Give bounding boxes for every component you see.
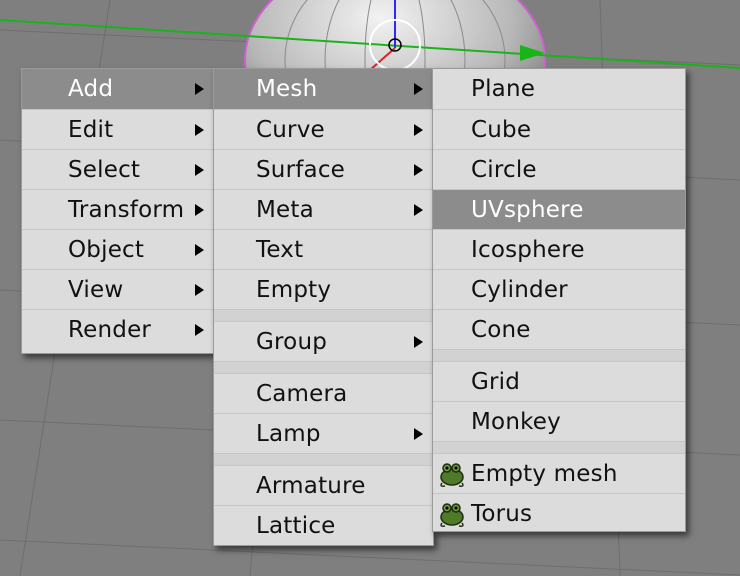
menu-item-label: UVsphere	[471, 196, 584, 223]
menu-item-cone[interactable]: Cone	[433, 309, 685, 349]
menu-item-label: Transform	[68, 196, 185, 223]
menu-item-surface[interactable]: Surface	[214, 149, 433, 189]
menu-item-label: Lattice	[256, 512, 336, 539]
menu-item-monkey[interactable]: Monkey	[433, 401, 685, 441]
submenu-arrow-icon	[414, 203, 423, 216]
menu-item-label: Surface	[256, 156, 346, 183]
menu-item-label: Empty mesh	[471, 460, 618, 487]
menu-item-armature[interactable]: Armature	[214, 465, 433, 505]
menu-item-text[interactable]: Text	[214, 229, 433, 269]
menu-item-group[interactable]: Group	[214, 321, 433, 361]
submenu-arrow-icon	[414, 123, 423, 136]
submenu-arrow-icon	[195, 203, 204, 216]
menu-item-label: Plane	[471, 76, 536, 102]
menu-item-label: Torus	[471, 500, 533, 527]
menu-item-label: Armature	[256, 472, 366, 499]
menu-item-icosphere[interactable]: Icosphere	[433, 229, 685, 269]
python-script-icon	[440, 462, 464, 487]
menu-item-grid[interactable]: Grid	[433, 361, 685, 401]
menu-item-label: Curve	[256, 116, 325, 143]
menu-item-plane[interactable]: Plane	[433, 69, 685, 109]
menu-separator	[214, 453, 433, 465]
menu-item-curve[interactable]: Curve	[214, 109, 433, 149]
menu-item-object[interactable]: Object	[22, 229, 214, 269]
menu-item-uvsphere[interactable]: UVsphere	[433, 189, 685, 229]
menu-item-label: Render	[68, 316, 152, 343]
menu-item-add[interactable]: Add	[22, 69, 214, 109]
menu-item-label: Group	[256, 328, 328, 355]
menu-item-lamp[interactable]: Lamp	[214, 413, 433, 453]
menu-item-label: Cone	[471, 316, 531, 343]
submenu-arrow-icon	[414, 335, 423, 348]
submenu-arrow-icon	[195, 283, 204, 296]
menu-item-torus[interactable]: Torus	[433, 493, 685, 533]
menu-item-view[interactable]: View	[22, 269, 214, 309]
menu-item-label: Meta	[256, 196, 314, 223]
submenu-arrow-icon	[195, 243, 204, 256]
menu-item-render[interactable]: Render	[22, 309, 214, 349]
menu-item-label: Object	[68, 236, 145, 263]
menu-item-label: Add	[68, 76, 114, 102]
menu-item-camera[interactable]: Camera	[214, 373, 433, 413]
menu-item-cube[interactable]: Cube	[433, 109, 685, 149]
menu-item-label: Empty	[256, 276, 332, 303]
submenu-arrow-icon	[195, 323, 204, 336]
menu-item-label: Lamp	[256, 420, 321, 447]
submenu-arrow-icon	[195, 123, 204, 136]
menu-item-label: Edit	[68, 116, 114, 143]
menu-item-label: Icosphere	[471, 236, 585, 263]
menu-item-label: Grid	[471, 368, 521, 395]
menu-separator	[214, 309, 433, 321]
menu-separator	[433, 441, 685, 453]
menu-item-edit[interactable]: Edit	[22, 109, 214, 149]
menu-item-label: Monkey	[471, 408, 561, 435]
menu-item-label: Mesh	[256, 76, 318, 102]
mesh-submenu: Plane Cube Circle UVsphere Icosphere Cyl…	[432, 68, 686, 532]
python-script-icon	[440, 502, 464, 527]
menu-item-label: View	[68, 276, 124, 303]
menu-item-label: Cylinder	[471, 276, 568, 303]
submenu-arrow-icon	[414, 83, 423, 95]
menu-separator	[214, 361, 433, 373]
add-submenu: Mesh Curve Surface Meta Text Empty Group…	[213, 68, 434, 546]
submenu-arrow-icon	[414, 427, 423, 440]
menu-item-empty-mesh[interactable]: Empty mesh	[433, 453, 685, 493]
menu-item-lattice[interactable]: Lattice	[214, 505, 433, 545]
menu-item-cylinder[interactable]: Cylinder	[433, 269, 685, 309]
menu-item-empty[interactable]: Empty	[214, 269, 433, 309]
menu-separator	[433, 349, 685, 361]
menu-item-meta[interactable]: Meta	[214, 189, 433, 229]
menu-item-mesh[interactable]: Mesh	[214, 69, 433, 109]
menu-item-label: Camera	[256, 380, 348, 407]
menu-item-label: Text	[256, 236, 304, 263]
submenu-arrow-icon	[195, 163, 204, 176]
menu-item-transform[interactable]: Transform	[22, 189, 214, 229]
menu-item-label: Circle	[471, 156, 537, 183]
menu-item-label: Select	[68, 156, 141, 183]
menu-item-select[interactable]: Select	[22, 149, 214, 189]
submenu-arrow-icon	[414, 163, 423, 176]
toolbox-menu: Add Edit Select Transform Object View Re…	[21, 68, 215, 354]
menu-item-circle[interactable]: Circle	[433, 149, 685, 189]
menu-item-label: Cube	[471, 116, 532, 143]
submenu-arrow-icon	[195, 83, 204, 95]
